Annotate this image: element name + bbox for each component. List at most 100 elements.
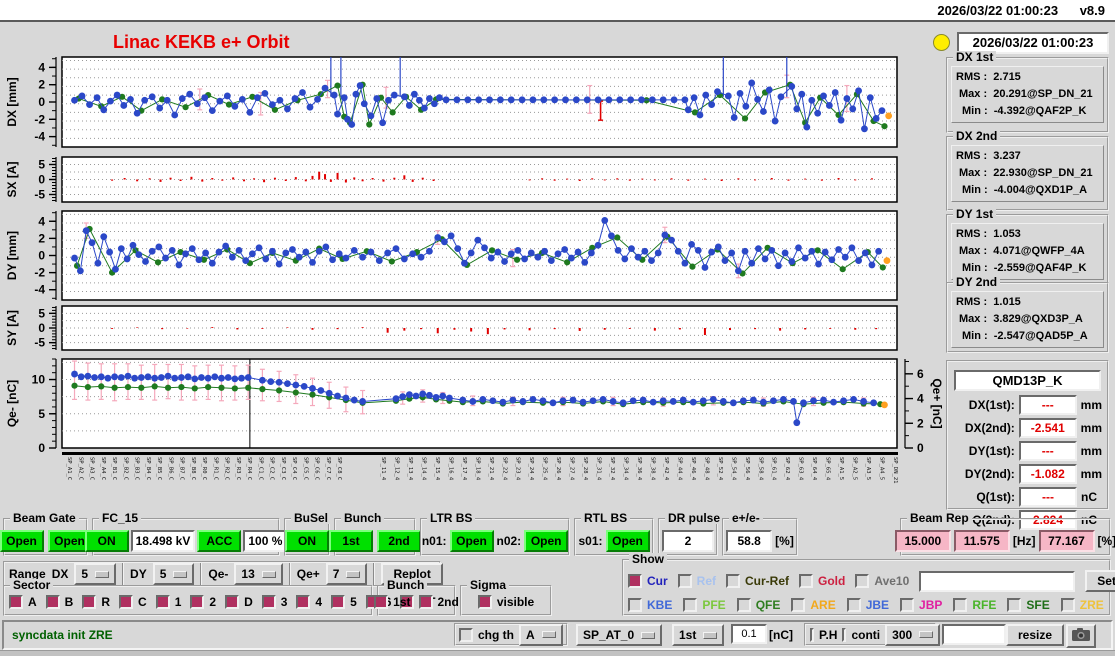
ltr-n01-open-button[interactable]: Open: [449, 530, 494, 552]
checkbox-r[interactable]: R: [82, 595, 110, 609]
bpm-label: SP_13_4: [406, 457, 413, 481]
bunch-1st-button[interactable]: 1st: [329, 530, 373, 552]
checkbox-c[interactable]: C: [119, 595, 147, 609]
checkbox-indicator[interactable]: [82, 595, 97, 609]
ref-name-input[interactable]: [919, 570, 1076, 592]
checkbox-indicator[interactable]: [628, 574, 642, 588]
checkbox-pfe[interactable]: PFE: [683, 598, 726, 612]
chg-th-dropdown[interactable]: A: [519, 623, 563, 646]
checkbox-indicator[interactable]: [1007, 598, 1022, 612]
checkbox-are[interactable]: ARE: [791, 598, 836, 612]
checkbox-indicator[interactable]: [261, 595, 276, 609]
checkbox-indicator[interactable]: [855, 574, 870, 588]
checkbox-1st[interactable]: 1st: [374, 595, 411, 609]
checkbox-ave10[interactable]: Ave10: [855, 574, 909, 588]
set-ref-button[interactable]: Set Ref: [1085, 570, 1115, 592]
checkbox-indicator[interactable]: [9, 595, 23, 609]
checkbox-b[interactable]: B: [45, 595, 73, 609]
bunch-select-dropdown[interactable]: 1st: [672, 624, 725, 646]
checkbox-indicator[interactable]: [296, 595, 311, 609]
checkbox-cur[interactable]: Cur: [628, 574, 668, 588]
checkbox-indicator[interactable]: [331, 595, 346, 609]
checkbox-indicator[interactable]: [683, 598, 698, 612]
checkbox-4[interactable]: 4: [296, 595, 322, 609]
busel-on-button[interactable]: ON: [285, 530, 329, 552]
checkbox-zre[interactable]: ZRE: [1060, 598, 1104, 612]
checkbox-indicator[interactable]: [953, 598, 968, 612]
chg-th-checkbox[interactable]: [459, 627, 473, 642]
range-qep-dropdown[interactable]: 7: [325, 563, 368, 585]
checkbox-d[interactable]: D: [225, 595, 253, 609]
checkbox-indicator[interactable]: [190, 595, 205, 609]
checkbox-indicator[interactable]: [799, 574, 814, 588]
bpm-label: SP_32_4: [609, 457, 616, 481]
fc15-on-button[interactable]: ON: [84, 530, 129, 552]
blank-entry[interactable]: [942, 624, 1006, 645]
ratio-field[interactable]: 58.8: [726, 530, 773, 552]
fc15-acc-button[interactable]: ACC: [197, 530, 242, 552]
bpm-label: SP_B6_C: [167, 457, 174, 481]
checkbox-indicator[interactable]: [736, 598, 751, 612]
dr-pulse-field[interactable]: 2: [662, 530, 714, 552]
sigma-group: Sigma visible: [460, 579, 552, 616]
monitor-row: DY(1st): --- mm: [953, 441, 1102, 461]
checkbox-indicator[interactable]: [846, 598, 861, 612]
status-lamp: [933, 34, 950, 51]
checkbox-indicator[interactable]: [726, 574, 741, 588]
bpm-label: SP_A1_C: [66, 457, 72, 481]
checkbox-1[interactable]: 1: [155, 595, 181, 609]
checkbox-indicator[interactable]: [225, 595, 240, 609]
checkbox-indicator[interactable]: [418, 595, 433, 609]
checkbox-gold[interactable]: Gold: [799, 574, 845, 588]
range-qep-value: 7: [332, 567, 340, 581]
checkbox-visible[interactable]: visible: [477, 595, 534, 609]
rtl-s01-open-button[interactable]: Open: [605, 530, 650, 552]
checkbox-indicator[interactable]: [628, 598, 642, 612]
checkbox-cur-ref[interactable]: Cur-Ref: [726, 574, 789, 588]
checkbox-qfe[interactable]: QFE: [736, 598, 780, 612]
checkbox-2[interactable]: 2: [190, 595, 216, 609]
ltr-bs-group: LTR BS n01: Open n02: Open: [420, 512, 570, 556]
monitor-row-value: ---: [1018, 395, 1077, 415]
checkbox-3[interactable]: 3: [261, 595, 287, 609]
range-dy-dropdown[interactable]: 5: [152, 563, 195, 585]
resize-button[interactable]: resize: [1006, 624, 1065, 646]
ltr-bs-label: LTR BS: [427, 512, 476, 524]
checkbox-indicator[interactable]: [1060, 598, 1075, 612]
checkbox-indicator[interactable]: [791, 598, 806, 612]
svg-text:0: 0: [38, 249, 45, 263]
checkbox-indicator[interactable]: [677, 574, 692, 588]
threshold-field[interactable]: 0.1: [731, 624, 767, 644]
beam-gate-open-1-button[interactable]: Open: [0, 530, 44, 552]
checkbox-5[interactable]: 5: [331, 595, 357, 609]
checkbox-a[interactable]: A: [9, 595, 37, 609]
stats-body: RMS : 1.015 Max : 3.829@QXD3P_A Min : -2…: [951, 291, 1104, 348]
checkbox-indicator[interactable]: [900, 598, 915, 612]
checkbox-indicator[interactable]: [477, 595, 492, 609]
checkbox-rfe[interactable]: RFE: [953, 598, 996, 612]
checkbox-sfe[interactable]: SFE: [1007, 598, 1050, 612]
checkbox-jbp[interactable]: JBP: [900, 598, 942, 612]
bunch-2nd-button[interactable]: 2nd: [377, 530, 421, 552]
checkbox-indicator[interactable]: [119, 595, 134, 609]
screenshot-button[interactable]: [1066, 624, 1096, 648]
stats-min: Min : -4.004@QXD1P_A: [962, 184, 1088, 196]
bpm-label: SP_11_4: [380, 457, 386, 481]
range-dx-dropdown[interactable]: 5: [74, 563, 117, 585]
checkbox-jbe[interactable]: JBE: [846, 598, 889, 612]
checkbox-ref[interactable]: Ref: [677, 574, 716, 588]
checkbox-indicator[interactable]: [155, 595, 170, 609]
sector-items: A B R C 1 2 D 3 4 5 6: [9, 595, 435, 609]
bpm-label: SP_26_4: [555, 457, 562, 481]
checkbox-label: A: [28, 595, 37, 609]
checkbox-kbe[interactable]: KBE: [628, 598, 672, 612]
range-qem-dropdown[interactable]: 13: [234, 563, 283, 585]
count-dropdown[interactable]: 300: [885, 623, 941, 646]
ph-checkbox[interactable]: [810, 627, 814, 642]
checkbox-indicator[interactable]: [374, 595, 389, 609]
checkbox-indicator[interactable]: [45, 595, 60, 609]
checkbox-2nd[interactable]: 2nd: [418, 595, 459, 609]
sp-at-dropdown[interactable]: SP_AT_0: [576, 624, 663, 646]
ltr-n02-open-button[interactable]: Open: [524, 530, 569, 552]
conti-checkbox[interactable]: [842, 627, 847, 642]
